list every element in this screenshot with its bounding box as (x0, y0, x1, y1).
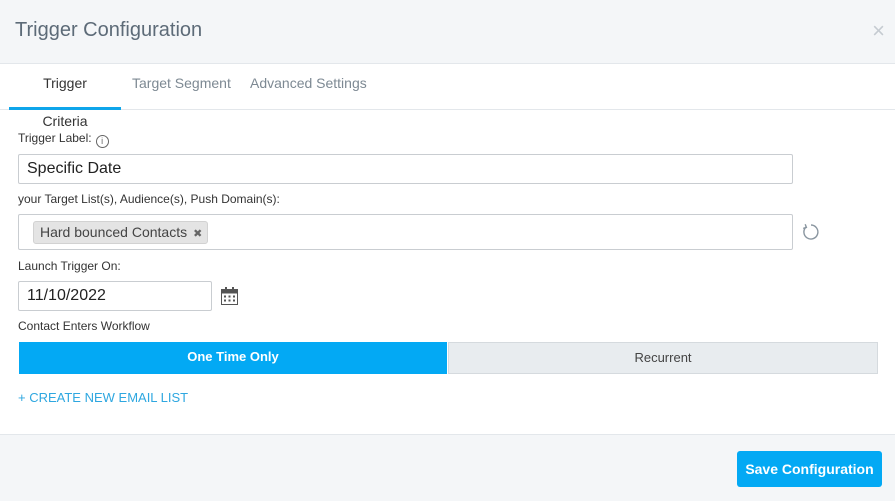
tab-trigger-criteria[interactable]: Trigger Criteria (9, 64, 121, 129)
recurrent-option[interactable]: Recurrent (448, 342, 878, 374)
save-configuration-button[interactable]: Save Configuration (737, 451, 882, 487)
modal-header: Trigger Configuration × (0, 0, 895, 64)
close-icon[interactable]: × (872, 20, 885, 42)
remove-tag-icon[interactable]: ✖ (193, 228, 202, 240)
trigger-label-label: Trigger Label: i (18, 131, 109, 148)
selected-list-tag: Hard bounced Contacts ✖ (33, 221, 209, 244)
target-lists-select[interactable]: Hard bounced Contacts ✖ (18, 214, 793, 250)
tag-label: Hard bounced Contacts (40, 224, 188, 240)
create-email-list-link[interactable]: + CREATE NEW EMAIL LIST (18, 390, 188, 405)
tab-bar: Trigger Criteria Target Segment Advanced… (0, 64, 895, 129)
info-icon[interactable]: i (95, 135, 109, 148)
one-time-only-option[interactable]: One Time Only (19, 342, 447, 374)
trigger-label-input[interactable] (18, 154, 793, 184)
launch-on-label: Launch Trigger On: (18, 259, 121, 273)
tab-target-segment[interactable]: Target Segment (122, 64, 241, 110)
modal-title: Trigger Configuration (15, 19, 203, 41)
refresh-icon[interactable] (801, 222, 821, 242)
tab-advanced-settings[interactable]: Advanced Settings (240, 64, 377, 110)
launch-date-input[interactable] (18, 281, 212, 311)
contact-enters-label: Contact Enters Workflow (18, 319, 150, 333)
target-lists-label: your Target List(s), Audience(s), Push D… (18, 192, 280, 206)
modal-footer: Save Configuration (0, 434, 895, 501)
calendar-icon[interactable] (221, 287, 238, 305)
